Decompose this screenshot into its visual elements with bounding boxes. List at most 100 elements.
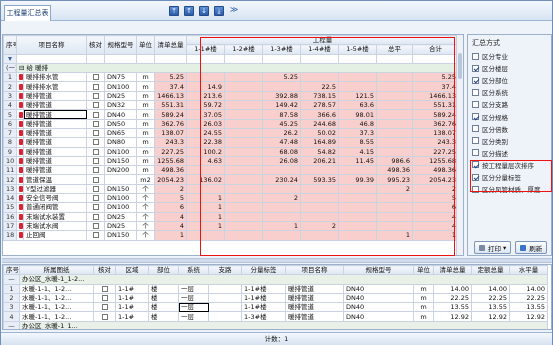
qty-cell-sum[interactable]: 1 (412, 230, 459, 241)
spec-cell[interactable]: DN100 (104, 193, 137, 204)
unit-cell[interactable]: m (136, 155, 155, 167)
check-checkbox[interactable] (101, 285, 108, 292)
detail-cell-system[interactable]: 一层 (178, 283, 209, 294)
qty-cell-sum[interactable]: 589.24 (412, 109, 459, 120)
detail-cell-unit[interactable]: m (413, 292, 434, 304)
detail-cell-spec[interactable]: DN40 (343, 292, 414, 304)
qty-cell-b2[interactable] (224, 72, 263, 83)
qty-cell-b5[interactable]: 98.01 (338, 109, 377, 120)
table-row[interactable]: 2 暖排排水管 DN100 m 37.4 14.9 22.5 37.4 (3, 81, 459, 92)
qty-cell-zp[interactable] (376, 81, 413, 92)
check-checkbox[interactable] (92, 120, 99, 127)
summary-option[interactable]: 按工程量层次排序 (472, 160, 534, 170)
qty-cell-b2[interactable] (224, 100, 263, 111)
check-cell[interactable] (86, 230, 105, 241)
qty-cell-b1[interactable]: 37.05 (186, 109, 225, 120)
detail-row[interactable]: 2 水暖-1-1、1-2... 1-1# 楼一层 1-1#楼 暖排管道 DN40 m 22.25… (3, 292, 548, 304)
spec-cell[interactable]: DN25 (104, 90, 137, 102)
check-checkbox[interactable] (92, 185, 99, 192)
qty-cell-b5[interactable] (338, 81, 377, 92)
check-checkbox[interactable] (92, 83, 99, 90)
qty-cell-b3[interactable] (262, 81, 301, 92)
check-cell[interactable] (86, 81, 105, 92)
spec-cell[interactable]: DN150 (104, 230, 137, 241)
move-up-button[interactable]: ↑ (184, 6, 194, 16)
qty-cell-b5[interactable]: 99.39 (338, 174, 377, 185)
summary-option[interactable]: 区分系统 (472, 87, 508, 97)
check-checkbox[interactable] (92, 232, 99, 239)
qty-cell-sum[interactable]: 362.76 (412, 118, 459, 129)
detail-cell-area[interactable]: 1-1# (115, 302, 149, 313)
col-building-2[interactable]: 1-2#楼 (224, 44, 263, 55)
table-row[interactable]: 15 普通闭阀管 DN100 个 6 1 6 (3, 202, 459, 213)
summary-option[interactable]: 区分类别 (472, 136, 508, 146)
refresh-button[interactable]: 刷新 (515, 241, 548, 254)
col-building-3[interactable]: 1-3#楼 (262, 44, 301, 55)
qty-cell-b1[interactable]: 1 (186, 211, 225, 222)
check-cell[interactable] (86, 174, 105, 185)
item-name-cell[interactable]: 暖排管道 (23, 146, 87, 157)
detail-cell-system[interactable]: 一层 (178, 302, 209, 313)
option-checkbox[interactable] (472, 125, 479, 133)
total-qty-cell[interactable]: 2 (154, 183, 187, 195)
table-row[interactable]: 10 暖排管道 DN150 m 1255.68 4.63 26.08 206.21 11.45 9… (3, 155, 459, 167)
detail-cell-part[interactable]: 楼 (148, 292, 179, 304)
spec-cell[interactable]: DN100 (104, 146, 137, 157)
qty-cell-zp[interactable] (376, 72, 413, 83)
table-row[interactable]: 1 暖排排水管 DN75 m 5.25 5.25 5.25 (3, 72, 459, 83)
qty-cell-sum[interactable]: 551.31 (412, 100, 459, 111)
check-cell[interactable] (86, 155, 105, 167)
col-building-4[interactable]: 1-4#楼 (300, 44, 339, 55)
table-row[interactable]: 5 暖排管道 DN40 m 589.24 37.05 87.58 366.6 98.01 589.… (3, 109, 459, 120)
qty-cell-sum[interactable]: 227.25 (412, 146, 459, 157)
qty-cell-b4[interactable]: 366.6 (300, 109, 339, 120)
qty-cell-zp[interactable]: 1 (376, 230, 413, 241)
qty-cell-zp[interactable] (376, 109, 413, 120)
upper-scrollbar[interactable] (456, 35, 463, 255)
detail-cell-lvl[interactable]: 22.25 (509, 292, 548, 304)
detail-grid[interactable]: 序号 所属图纸 核对 区域 部位 系统 支路 分量标签 项目名称 规格型号 单位… (2, 264, 552, 330)
qty-cell-sum[interactable]: 37.4 (412, 81, 459, 92)
qty-cell-zp[interactable]: 498.36 (376, 165, 413, 176)
item-name-cell[interactable]: 普通闭阀管 (23, 202, 87, 213)
qty-cell-zp[interactable]: 2 (376, 183, 413, 195)
item-name-cell[interactable]: 暖排管道 (23, 127, 87, 139)
detail-cell-fixed[interactable]: 22.25 (471, 292, 510, 304)
option-checkbox[interactable] (472, 161, 479, 169)
item-name-cell[interactable]: 管道保温 (23, 174, 87, 185)
detail-cell-part[interactable]: 楼 (148, 283, 179, 294)
detail-cell-area[interactable]: 1-1# (115, 311, 149, 322)
table-row[interactable]: 9 暖排管道 DN100 m 227.25 100.2 68.08 54.82 4.15 227.… (3, 146, 459, 157)
qty-cell-b5[interactable]: 63.6 (338, 100, 377, 111)
col-item-name[interactable]: 项目名称 (16, 35, 87, 55)
detail-cell-tag[interactable]: 1-1#楼 (241, 302, 286, 313)
qty-cell-b2[interactable] (224, 81, 263, 92)
detail-cell-fixed[interactable]: 12.92 (471, 311, 510, 322)
move-down-button[interactable]: ↓ (199, 6, 209, 16)
col2-qty[interactable]: 清单总量 (433, 265, 472, 276)
tab-quantity-summary[interactable]: 工程量汇总表 (4, 5, 51, 21)
check-checkbox[interactable] (92, 176, 99, 183)
option-checkbox[interactable] (472, 113, 479, 120)
qty-cell-b4[interactable]: 593.35 (300, 174, 339, 185)
unit-cell[interactable]: m (136, 118, 155, 129)
print-button[interactable]: 打印 ▾ (474, 241, 512, 254)
col-sum[interactable]: 合计 (412, 44, 459, 55)
summary-option[interactable]: 区分部位 (472, 75, 508, 85)
check-checkbox[interactable] (92, 213, 99, 220)
qty-cell-sum[interactable]: 498.36 (412, 165, 459, 176)
qty-cell-b2[interactable] (224, 220, 263, 232)
detail-cell-qty[interactable]: 22.25 (433, 292, 472, 304)
detail-cell-drawing[interactable]: 水暖-1-1、1-2... (19, 283, 94, 294)
total-qty-cell[interactable]: 2054.23 (154, 174, 187, 185)
detail-cell-branch[interactable] (208, 311, 242, 322)
qty-cell-b1[interactable]: 14.9 (186, 81, 225, 92)
total-qty-cell[interactable]: 1 (154, 230, 187, 241)
table-row[interactable]: 12 管道保温 m2 2054.23 136.02 230.24 593.35 99.39 99… (3, 174, 459, 185)
col2-spec[interactable]: 规格型号 (343, 265, 414, 276)
summary-option[interactable]: 区分专业 (472, 51, 508, 61)
detail-cell-lvl[interactable]: 13.55 (509, 302, 548, 313)
unit-cell[interactable]: 个 (136, 230, 155, 241)
move-top-button[interactable]: ⤒ (169, 6, 179, 16)
detail-cell-lvl[interactable]: 12.92 (509, 311, 548, 322)
